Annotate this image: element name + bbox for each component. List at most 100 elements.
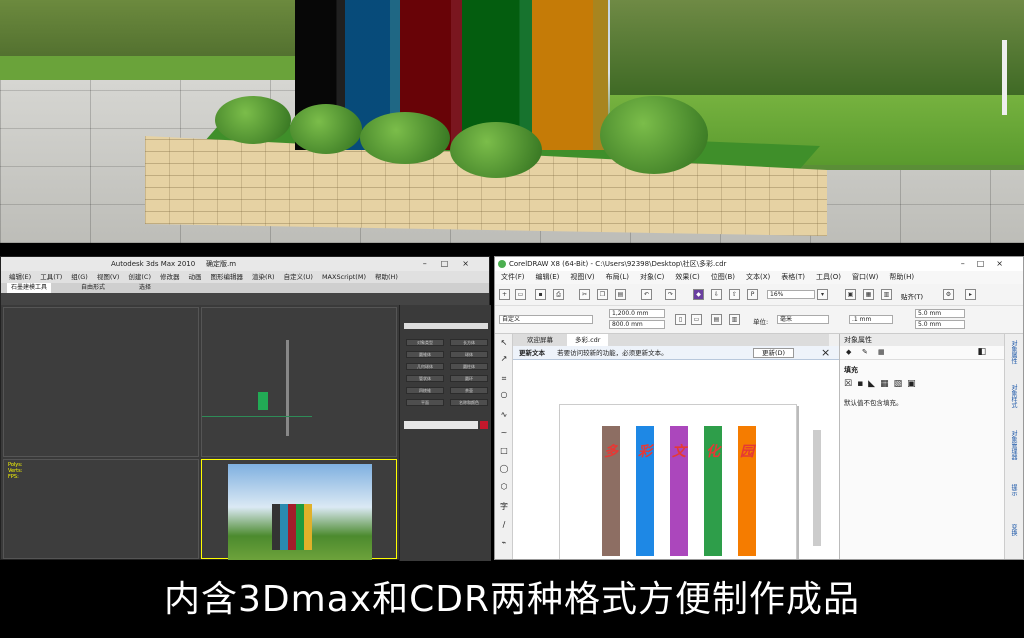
cdr-menu-item[interactable]: 文件(F) [501, 273, 525, 281]
landscape-icon[interactable]: ▭ [691, 314, 702, 325]
docker-vertical-tab[interactable]: 提示 [1009, 484, 1018, 496]
text-tool-icon[interactable]: 字 [499, 502, 509, 512]
portrait-icon[interactable]: ▯ [675, 314, 686, 325]
viewport-perspective[interactable] [201, 459, 397, 560]
nudge-distance-field[interactable]: .1 mm [849, 315, 893, 324]
cdr-menu-item[interactable]: 位图(B) [711, 273, 735, 281]
rectangle-tool-icon[interactable]: □ [499, 446, 509, 456]
duplicate-x-field[interactable]: 5.0 mm [915, 309, 965, 318]
docker-options-icon[interactable]: ◧ [977, 347, 986, 357]
tab-document[interactable]: 多彩.cdr [567, 334, 609, 346]
cdr-menu-item[interactable]: 视图(V) [570, 273, 594, 281]
paste-icon[interactable]: ▤ [615, 289, 626, 300]
viewport-front[interactable] [201, 307, 397, 457]
cdr-menu-item[interactable]: 文本(X) [746, 273, 770, 281]
current-page-icon[interactable]: ▥ [729, 314, 740, 325]
command-field[interactable] [404, 323, 488, 329]
name-field[interactable] [404, 421, 478, 429]
new-document-icon[interactable]: + [499, 289, 510, 300]
export-icon[interactable]: ⇧ [729, 289, 740, 300]
max-menu-item[interactable]: 图形编辑器 [211, 273, 244, 281]
outline-tab-icon[interactable]: ✎ [862, 348, 868, 356]
cut-icon[interactable]: ✂ [579, 289, 590, 300]
connector-tool-icon[interactable]: ⌁ [499, 538, 509, 548]
docker-vertical-tab[interactable]: 对象管理器 [1009, 430, 1018, 460]
zoom-dropdown-icon[interactable]: ▾ [817, 289, 828, 300]
create-object-button[interactable]: 圆柱体 [450, 363, 488, 370]
window-controls[interactable]: –□× [961, 257, 1015, 271]
create-object-button[interactable]: 管状体 [406, 375, 444, 382]
fill-tab-icon[interactable]: ◆ [846, 348, 851, 356]
create-object-button[interactable]: 圆环 [450, 375, 488, 382]
search-content-icon[interactable]: ◆ [693, 289, 704, 300]
max-menu-item[interactable]: 工具(T) [40, 273, 62, 281]
max-menu-item[interactable]: 动画 [189, 273, 202, 281]
create-object-button[interactable]: 几何球体 [406, 363, 444, 370]
duplicate-y-field[interactable]: 5.0 mm [915, 320, 965, 329]
units-dropdown[interactable]: 毫米 [777, 315, 829, 324]
shape-tool-icon[interactable]: ↗ [499, 354, 509, 364]
fill-type-icons[interactable]: ☒▪◣▦▧▣ [840, 377, 1004, 391]
artistic-media-icon[interactable]: ~ [499, 428, 509, 438]
window-controls[interactable]: –□× [423, 257, 483, 271]
rulers-icon[interactable]: ▦ [863, 289, 874, 300]
update-button[interactable]: 更新(D) [753, 348, 795, 358]
cdr-menu-item[interactable]: 编辑(E) [536, 273, 560, 281]
redo-icon[interactable]: ↷ [665, 289, 676, 300]
copy-icon[interactable]: ❐ [597, 289, 608, 300]
max-menu-item[interactable]: 组(G) [71, 273, 88, 281]
max-menu-item[interactable]: 自定义(U) [284, 273, 313, 281]
undo-icon[interactable]: ↶ [641, 289, 652, 300]
create-object-button[interactable]: 球体 [450, 351, 488, 358]
create-object-button[interactable]: 茶壶 [450, 387, 488, 394]
cdr-menu-item[interactable]: 工具(O) [816, 273, 841, 281]
docker-vertical-tab[interactable]: 对象样式 [1009, 384, 1018, 408]
import-icon[interactable]: ⇩ [711, 289, 722, 300]
create-object-button[interactable]: 名称和颜色 [450, 399, 488, 406]
max-menu-item[interactable]: 编辑(E) [9, 273, 31, 281]
close-infobar-icon[interactable]: × [821, 346, 830, 360]
viewport-left[interactable]: Polys: Verts: FPS: [3, 459, 199, 559]
create-object-button[interactable]: 圆锥体 [406, 351, 444, 358]
launch-icon[interactable]: ▸ [965, 289, 976, 300]
max-menu-item[interactable]: 修改器 [160, 273, 180, 281]
page-preset-dropdown[interactable]: 自定义 [499, 315, 593, 324]
crop-tool-icon[interactable]: ⌗ [499, 374, 509, 384]
cdr-menu-item[interactable]: 效果(C) [675, 273, 699, 281]
open-icon[interactable]: ▭ [515, 289, 526, 300]
transparency-tab-icon[interactable]: ▦ [878, 348, 885, 356]
max-menu-item[interactable]: 帮助(H) [375, 273, 398, 281]
create-object-button[interactable]: 对象类型 [406, 339, 444, 346]
cdr-menu-item[interactable]: 帮助(H) [889, 273, 914, 281]
ellipse-tool-icon[interactable]: ◯ [499, 464, 509, 474]
max-menu-item[interactable]: 创建(C) [128, 273, 151, 281]
max-ribbon-tab[interactable]: 选择 [135, 283, 155, 293]
options-gear-icon[interactable]: ⚙ [943, 289, 954, 300]
parallel-dimension-icon[interactable]: ∕ [499, 520, 509, 530]
print-icon[interactable]: ⎙ [553, 289, 564, 300]
max-menu-item[interactable]: MAXScript(M) [322, 273, 366, 281]
freehand-tool-icon[interactable]: ∿ [499, 410, 509, 420]
max-ribbon-tab[interactable]: 石墨建模工具 [7, 283, 52, 293]
docker-vertical-tab[interactable]: 变换 [1009, 524, 1018, 536]
cdr-menu-item[interactable]: 窗口(W) [852, 273, 878, 281]
zoom-tool-icon[interactable]: ○ [499, 390, 509, 400]
vertical-scrollbar[interactable] [813, 430, 821, 546]
pick-tool-icon[interactable]: ↖ [499, 338, 509, 348]
pdf-icon[interactable]: P [747, 289, 758, 300]
cdr-menu-item[interactable]: 布局(L) [606, 273, 629, 281]
create-object-button[interactable]: 长方体 [450, 339, 488, 346]
cdr-menu-item[interactable]: 表格(T) [781, 273, 805, 281]
zoom-level[interactable]: 16% [767, 290, 815, 299]
snap-to-dropdown[interactable]: 贴齐(T) [901, 291, 923, 301]
fullscreen-icon[interactable]: ▣ [845, 289, 856, 300]
docker-vertical-tab[interactable]: 对象属性 [1009, 340, 1018, 364]
max-menu-item[interactable]: 视图(V) [97, 273, 120, 281]
page-width-field[interactable]: 1,200.0 mm [609, 309, 665, 318]
create-object-button[interactable]: 平面 [406, 399, 444, 406]
max-ribbon-tab[interactable]: 自由形式 [77, 283, 109, 293]
tab-welcome[interactable]: 欢迎屏幕 [519, 334, 561, 346]
grid-icon[interactable]: ▥ [881, 289, 892, 300]
color-swatch[interactable] [480, 421, 488, 429]
max-menu-item[interactable]: 渲染(R) [252, 273, 275, 281]
